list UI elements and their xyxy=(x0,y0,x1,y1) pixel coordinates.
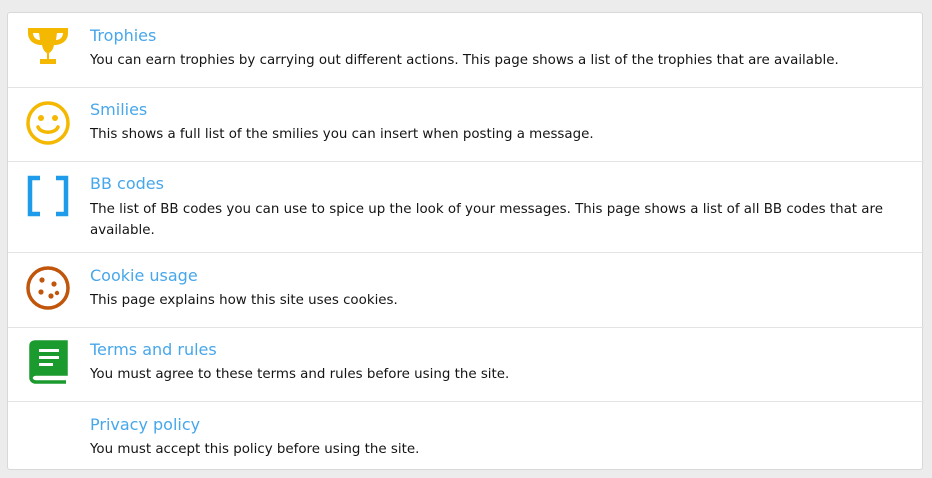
terms-and-rules-link[interactable]: Terms and rules xyxy=(90,340,217,360)
book-icon xyxy=(24,338,72,386)
smiley-icon xyxy=(24,99,72,147)
trophies-description: You can earn trophies by carrying out di… xyxy=(90,53,839,68)
list-item-smilies: Smilies This shows a full list of the sm… xyxy=(8,88,924,162)
bb-codes-link[interactable]: BB codes xyxy=(90,174,164,194)
smilies-description: This shows a full list of the smilies yo… xyxy=(90,127,594,142)
list-item-cookie-usage: Cookie usage This page explains how this… xyxy=(8,253,924,328)
privacy-policy-description: You must accept this policy before using… xyxy=(90,442,420,457)
list-item-privacy-policy: Privacy policy You must accept this poli… xyxy=(8,402,924,471)
cookie-icon xyxy=(24,264,72,312)
smilies-link[interactable]: Smilies xyxy=(90,100,147,120)
trophy-icon xyxy=(24,22,72,70)
cookie-usage-description: This page explains how this site uses co… xyxy=(90,293,398,308)
bb-codes-description: The list of BB codes you can use to spic… xyxy=(90,202,883,238)
cookie-usage-link[interactable]: Cookie usage xyxy=(90,266,198,286)
brackets-icon xyxy=(24,172,72,220)
help-pages-list: Trophies You can earn trophies by carryi… xyxy=(7,12,924,471)
list-item-trophies: Trophies You can earn trophies by carryi… xyxy=(8,13,924,88)
privacy-policy-link[interactable]: Privacy policy xyxy=(90,415,200,435)
list-item-bb-codes: BB codes The list of BB codes you can us… xyxy=(8,162,924,253)
list-item-terms-and-rules: Terms and rules You must agree to these … xyxy=(8,328,924,402)
terms-and-rules-description: You must agree to these terms and rules … xyxy=(90,367,510,382)
trophies-link[interactable]: Trophies xyxy=(90,26,156,46)
